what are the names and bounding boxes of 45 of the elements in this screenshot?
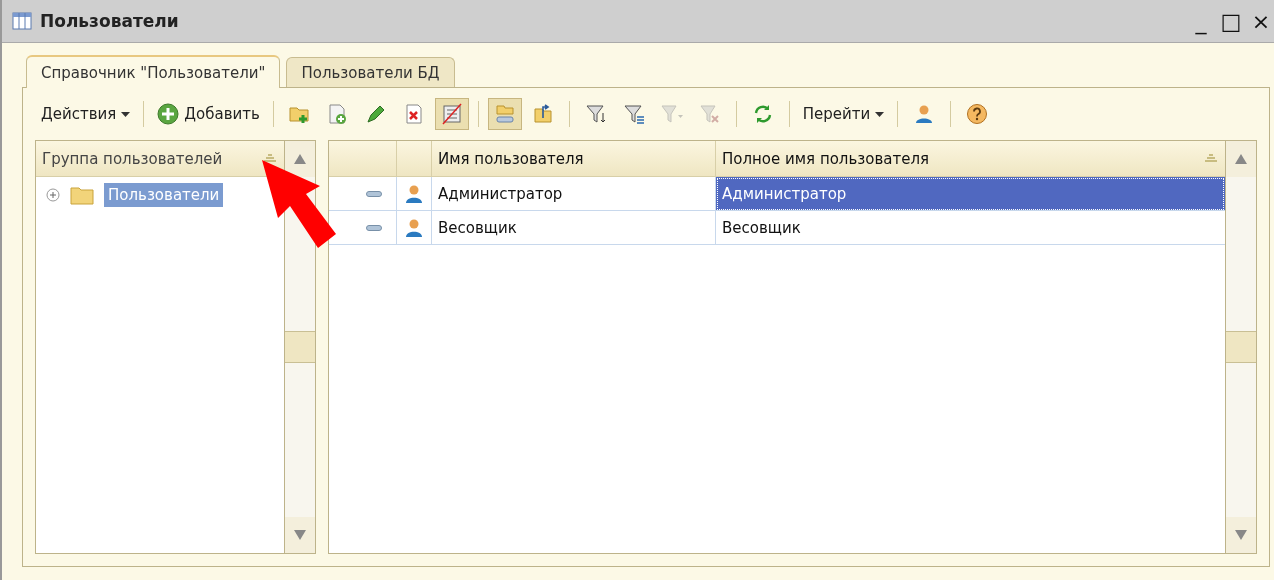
table-icon: [12, 12, 32, 30]
minimize-button[interactable]: _: [1188, 8, 1214, 34]
scroll-thumb[interactable]: [1226, 331, 1256, 363]
minus-icon: [366, 224, 382, 231]
filter-options-icon: [621, 103, 646, 125]
scroll-down-icon[interactable]: [294, 530, 306, 540]
list-crossed-button[interactable]: [434, 98, 469, 130]
list-crossed-icon: [439, 103, 464, 125]
close-button[interactable]: ×: [1248, 8, 1274, 34]
add-button[interactable]: Добавить: [153, 101, 264, 127]
table-row[interactable]: Администратор Администратор: [329, 177, 1225, 211]
column-header[interactable]: Имя пользователя: [432, 141, 716, 177]
folder-icon: [70, 185, 94, 205]
user-icon: [405, 217, 423, 238]
tab[interactable]: Справочник "Пользователи": [26, 55, 281, 88]
table-cell: Администратор: [716, 177, 1225, 211]
table-cell: Весовщик: [432, 211, 716, 245]
scroll-up-icon[interactable]: [294, 154, 306, 164]
column-header[interactable]: Полное имя пользователя: [716, 141, 1225, 177]
table-cell: Весовщик: [716, 211, 1225, 245]
scroll-thumb[interactable]: [285, 331, 315, 363]
filter-dropdown-icon: [659, 103, 684, 125]
plus-icon: [157, 103, 180, 125]
menu-button[interactable]: Действия: [37, 103, 135, 125]
sort-icon: [1203, 153, 1219, 164]
hierarchy-button[interactable]: [487, 98, 522, 130]
expand-icon[interactable]: [46, 188, 60, 202]
caret-icon: [121, 111, 131, 117]
minus-icon: [366, 190, 382, 197]
scrollbar[interactable]: [1225, 141, 1256, 553]
filter-list-icon: [583, 103, 608, 125]
maximize-button[interactable]: □: [1218, 8, 1244, 34]
column-header[interactable]: Группа пользователей: [36, 141, 284, 177]
filter-clear-icon: [697, 103, 722, 125]
table-cell: Администратор: [432, 177, 716, 211]
help-icon: [965, 103, 990, 125]
sort-icon: [262, 153, 278, 164]
user-icon: [405, 183, 423, 204]
caret-icon: [875, 111, 885, 117]
table-row[interactable]: Весовщик Весовщик: [329, 211, 1225, 245]
scroll-down-icon[interactable]: [1235, 530, 1247, 540]
scroll-up-icon[interactable]: [1235, 154, 1247, 164]
tab[interactable]: Пользователи БД: [286, 57, 455, 87]
window-title: Пользователи: [40, 11, 179, 31]
menu-button[interactable]: Перейти: [798, 103, 889, 125]
